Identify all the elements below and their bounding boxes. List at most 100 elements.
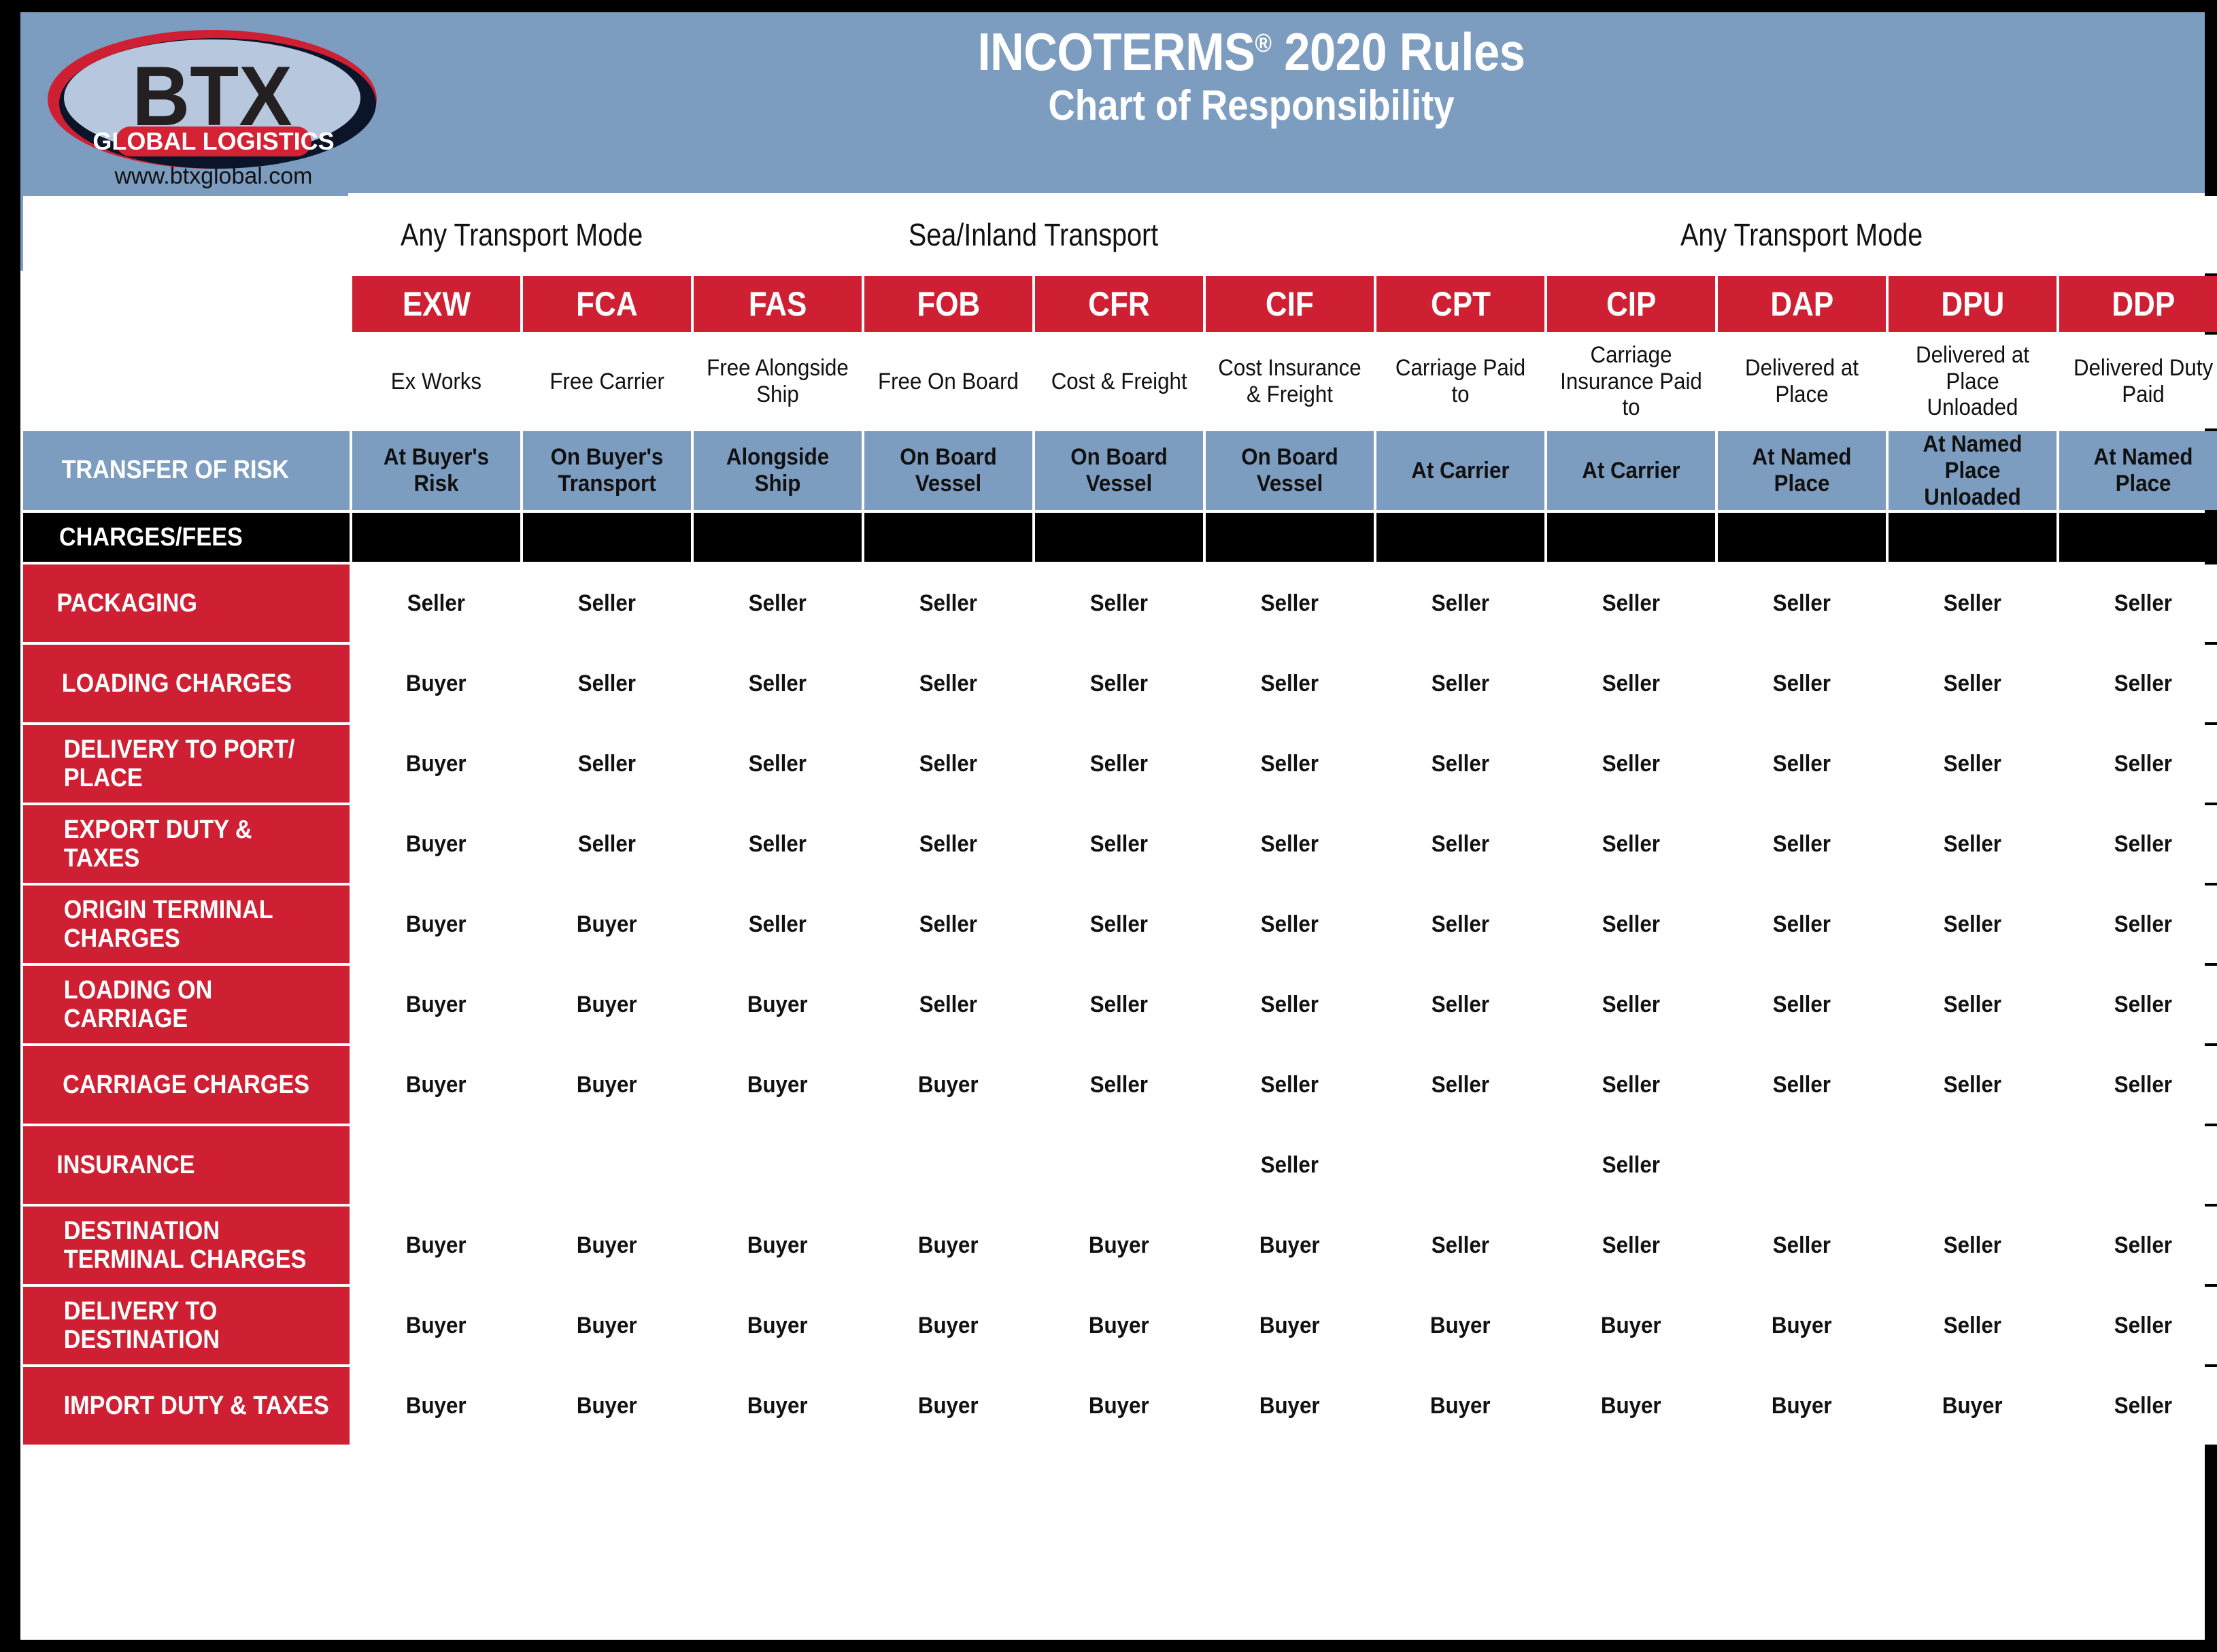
transfer-of-risk-ddp: At Named Place (2059, 431, 2217, 511)
code-label-9: DPU (1941, 284, 2004, 323)
cell-value: Seller (1431, 991, 1490, 1017)
cell-value: Buyer (747, 1392, 808, 1419)
cell-fob-seller: Seller (864, 564, 1033, 643)
cell-cpt-seller: Seller (1376, 1207, 1545, 1285)
cell-fas-buyer: Buyer (694, 1287, 862, 1365)
cell-cfr-seller: Seller (1035, 564, 1204, 643)
cell-cif-seller: Seller (1206, 886, 1374, 964)
cell-value: Seller (2114, 911, 2173, 937)
cell-fca-seller: Seller (523, 564, 692, 643)
cell-value: Buyer (577, 1392, 637, 1419)
cell-value: Seller (577, 590, 637, 616)
charges-fees-fill-4 (1035, 513, 1204, 562)
code-label-2: FAS (748, 284, 807, 323)
incoterm-code-cif[interactable]: CIF (1206, 276, 1374, 332)
cell-value: Seller (1943, 911, 2002, 937)
cell-value: Seller (1089, 1071, 1149, 1098)
registered-icon: ® (1255, 29, 1272, 58)
row-label-text: EXPORT DUTY & TAXES (63, 815, 252, 873)
name-label-1: Free Carrier (549, 368, 664, 394)
charges-fees-fill-9 (1889, 513, 2057, 562)
cell-value: Seller (1260, 750, 1319, 777)
cell-cif-buyer: Buyer (1206, 1287, 1374, 1365)
cell-cif-buyer: Buyer (1206, 1207, 1374, 1285)
cell-value: Seller (1089, 911, 1149, 937)
cell-dap-seller: Seller (1718, 725, 1886, 803)
table-row: EXPORT DUTY & TAXES Buyer Seller Seller Sell… (23, 805, 2217, 883)
cell-value: Seller (1772, 830, 1831, 857)
cell-value: Buyer (406, 1071, 467, 1098)
cell-cif-buyer: Buyer (1206, 1367, 1374, 1445)
cell-cip-seller: Seller (1547, 1046, 1716, 1124)
cell-fas-seller: Seller (694, 805, 862, 883)
row-label-carriage-charges: CARRIAGE CHARGES (23, 1046, 350, 1124)
incoterm-code-fca[interactable]: FCA (523, 276, 692, 332)
cell-exw-buyer: Buyer (352, 886, 520, 964)
cell-value: Seller (1602, 911, 1661, 937)
cell-cpt-seller: Seller (1376, 725, 1545, 803)
transfer-of-risk-fob: On Board Vessel (864, 431, 1033, 511)
incoterm-name-cpt: Carriage Paid to (1376, 335, 1545, 428)
row-label-text: DELIVERY TO PORT/ PLACE (63, 735, 295, 793)
incoterm-name-fca: Free Carrier (523, 335, 692, 428)
row-label-delivery-to-port-place: DELIVERY TO PORT/ PLACE (23, 725, 350, 803)
incoterm-code-dpu[interactable]: DPU (1889, 276, 2057, 332)
cell-ddp-seller: Seller (2059, 1046, 2217, 1124)
cell-value: Seller (1089, 670, 1149, 696)
transfer-of-risk-dpu: At Named Place Unloaded (1889, 431, 2057, 511)
group-sea-inland-transport: Sea/Inland Transport (694, 196, 1374, 273)
row-label-text: CARRIAGE CHARGES (63, 1070, 310, 1099)
incoterm-name-cif: Cost Insurance & Freight (1206, 335, 1374, 428)
cell-dpu-seller: Seller (1889, 1207, 2057, 1285)
cell-dap-buyer: Buyer (1718, 1367, 1886, 1445)
incoterm-code-fas[interactable]: FAS (694, 276, 862, 332)
cell-value: Seller (1602, 750, 1661, 777)
table-row: LOADING CHARGES Buyer Seller Seller Seller Se… (23, 645, 2217, 723)
row-label-text: PACKAGING (56, 588, 197, 618)
cell-value: Seller (2114, 991, 2173, 1017)
cell-exw-buyer: Buyer (352, 1287, 520, 1365)
cell-fob-not-applicable (864, 1126, 1033, 1204)
row-label-text: LOADING CHARGES (61, 669, 292, 698)
cell-dap-buyer: Buyer (1718, 1287, 1886, 1365)
risk-value-8: At Named Place (1752, 444, 1852, 497)
cell-cfr-buyer: Buyer (1035, 1287, 1204, 1365)
cell-cpt-seller: Seller (1376, 1046, 1545, 1124)
cell-ddp-seller: Seller (2059, 725, 2217, 803)
cell-fca-buyer: Buyer (523, 1046, 692, 1124)
cell-value: Seller (1772, 1071, 1831, 1098)
cell-cip-seller: Seller (1547, 886, 1716, 964)
cell-fob-buyer: Buyer (864, 1046, 1033, 1124)
cell-value: Seller (1943, 991, 2002, 1017)
row-label-loading-on-carriage: LOADING ON CARRIAGE (23, 966, 350, 1044)
cell-value: Seller (1260, 830, 1319, 857)
cell-value: Buyer (406, 911, 467, 937)
incoterm-code-cip[interactable]: CIP (1547, 276, 1716, 332)
transfer-of-risk-cif: On Board Vessel (1206, 431, 1374, 511)
cell-cpt-seller: Seller (1376, 564, 1545, 643)
incoterm-code-ddp[interactable]: DDP (2059, 276, 2217, 332)
cell-dpu-seller: Seller (1889, 886, 2057, 964)
name-label-7: Carriage Insurance Paid to (1560, 341, 1702, 421)
cell-value: Buyer (406, 1392, 467, 1419)
btx-logo: BTX GLOBAL LOGISTICS www.btxglobal.com (42, 23, 389, 200)
cell-cpt-seller: Seller (1376, 645, 1545, 723)
cell-value: Seller (1602, 670, 1661, 696)
incoterm-code-dap[interactable]: DAP (1718, 276, 1886, 332)
incoterm-code-exw[interactable]: EXW (352, 276, 520, 332)
cell-value: Buyer (577, 911, 637, 937)
incoterm-name-cfr: Cost & Freight (1035, 335, 1204, 428)
cell-value: Seller (1431, 1232, 1490, 1258)
cell-value: Seller (919, 830, 978, 857)
cell-cfr-seller: Seller (1035, 886, 1204, 964)
row-label-export-duty-taxes: EXPORT DUTY & TAXES (23, 805, 350, 883)
row-label-insurance: INSURANCE (23, 1126, 350, 1204)
cell-value: Buyer (918, 1232, 979, 1258)
cell-value: Buyer (747, 1071, 808, 1098)
incoterm-code-fob[interactable]: FOB (864, 276, 1033, 332)
incoterm-code-cfr[interactable]: CFR (1035, 276, 1204, 332)
charges-fees-fill-0 (352, 513, 520, 562)
cell-value: Buyer (1772, 1312, 1832, 1338)
incoterm-code-cpt[interactable]: CPT (1376, 276, 1545, 332)
name-label-0: Ex Works (390, 368, 482, 394)
